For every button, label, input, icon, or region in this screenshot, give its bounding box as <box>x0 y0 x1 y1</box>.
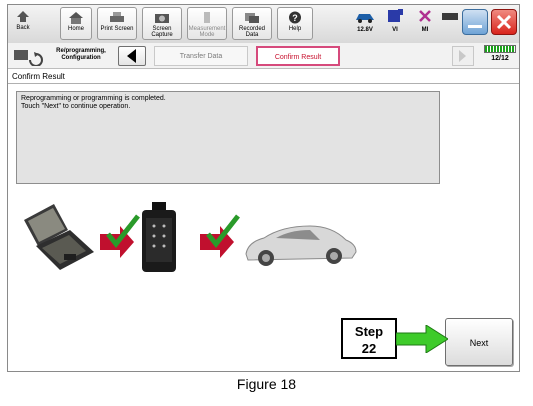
mi-label: MI <box>421 27 429 33</box>
next-button[interactable]: Next <box>445 318 513 366</box>
message-line-2: Touch "Next" to continue operation. <box>21 103 131 110</box>
message-box: Reprogramming or programming is complete… <box>16 91 440 184</box>
checkmark-arrow-icon <box>200 214 240 258</box>
mi-status: MI <box>412 8 438 33</box>
home-button[interactable]: Home <box>60 7 92 40</box>
home-icon <box>69 12 83 24</box>
vi-status: VI <box>382 8 408 33</box>
recorded-data-label: Recorded Data <box>238 26 265 38</box>
green-arrow-icon <box>396 325 448 353</box>
screen-capture-button[interactable]: Screen Capture <box>142 7 182 40</box>
checkmark-arrow-icon <box>100 214 140 258</box>
svg-text:?: ? <box>292 13 298 23</box>
car-icon <box>245 225 357 266</box>
toolbar: Back Home Print Screen Screen Capture Me… <box>8 5 519 43</box>
battery-status: 12.8V <box>352 8 378 33</box>
completion-illustration <box>24 202 357 272</box>
mi-disconnected-icon <box>419 10 431 22</box>
step-word: Step <box>354 324 384 339</box>
home-label: Home <box>67 26 84 32</box>
progress-text: 12/12 <box>491 55 509 62</box>
camera-icon <box>155 14 169 23</box>
power-status <box>438 8 464 27</box>
step-transfer-data: Transfer Data <box>154 46 248 66</box>
back-icon <box>17 11 29 22</box>
measurement-icon <box>204 12 210 23</box>
arrow-left-icon <box>127 49 136 63</box>
help-label: Help <box>288 26 302 32</box>
progress-bar <box>484 45 516 53</box>
consult-screen: Back Home Print Screen Screen Capture Me… <box>7 4 520 372</box>
print-screen-label: Print Screen <box>100 26 134 32</box>
back-label: Back <box>16 25 30 31</box>
measurement-mode-button[interactable]: Measurement Mode <box>187 7 227 40</box>
vi-interface-icon <box>142 202 176 272</box>
screen-capture-label: Screen Capture <box>151 26 173 38</box>
figure-caption: Figure 18 <box>236 376 297 392</box>
next-step-arrow-button[interactable] <box>452 46 474 66</box>
printer-icon <box>110 12 124 22</box>
reprogramming-icon <box>14 50 43 66</box>
help-icon: ? <box>289 11 301 24</box>
help-button[interactable]: ? Help <box>277 7 313 40</box>
section-label: Re/programming, Configuration <box>56 48 106 61</box>
minimize-button[interactable] <box>462 9 488 35</box>
close-icon <box>496 14 512 30</box>
step-number: 22 <box>361 341 377 356</box>
message-line-1: Reprogramming or programming is complete… <box>21 95 166 102</box>
vi-connection-icon <box>388 9 403 22</box>
previous-step-button[interactable] <box>118 46 146 66</box>
minimize-icon <box>468 25 482 28</box>
measurement-mode-label: Measurement Mode <box>188 26 226 38</box>
back-button[interactable]: Back <box>10 7 36 40</box>
step-confirm-result: Confirm Result <box>256 46 340 66</box>
title-divider <box>8 83 519 84</box>
voltage-readout: 12.8V <box>357 27 373 33</box>
breadcrumb: Re/programming, Configuration Transfer D… <box>8 43 519 69</box>
recorded-data-button[interactable]: Recorded Data <box>232 7 272 40</box>
car-status-icon <box>356 14 374 23</box>
arrow-right-icon <box>459 50 466 62</box>
step-progress: 12/12 <box>482 45 518 67</box>
print-screen-button[interactable]: Print Screen <box>97 7 137 40</box>
battery-icon <box>442 13 458 20</box>
close-button[interactable] <box>491 9 517 35</box>
vi-label: VI <box>392 27 398 33</box>
status-bar: 12.8V VI MI <box>352 8 458 40</box>
laptop-icon <box>24 204 94 270</box>
page-title: Confirm Result <box>12 72 65 81</box>
section-header: Re/programming, Configuration <box>10 45 115 67</box>
recorded-data-icon <box>245 13 259 23</box>
step-annotation: Step 22 <box>341 318 397 359</box>
